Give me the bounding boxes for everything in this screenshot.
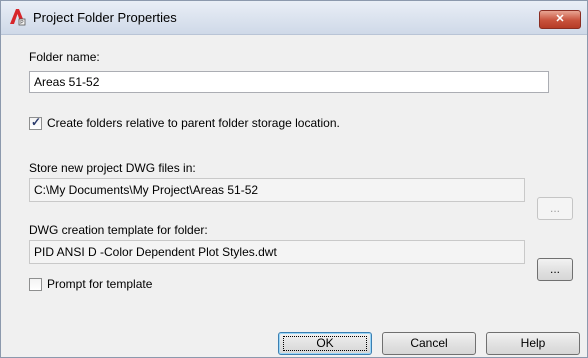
cancel-label: Cancel: [410, 336, 448, 350]
folder-name-value: Areas 51-52: [34, 75, 100, 89]
ok-button[interactable]: OK: [278, 332, 372, 355]
focus-ring: [283, 336, 367, 351]
storage-path-value: C:\My Documents\My Project\Areas 51-52: [34, 183, 259, 197]
template-browse-button[interactable]: ...: [537, 258, 573, 281]
close-icon: ✕: [555, 13, 565, 25]
storage-path-field: C:\My Documents\My Project\Areas 51-52: [29, 178, 525, 202]
relative-folders-label[interactable]: Create folders relative to parent folder…: [47, 116, 340, 130]
title-bar[interactable]: P Project Folder Properties ✕: [1, 1, 587, 35]
template-label: DWG creation template for folder:: [29, 223, 208, 237]
relative-folders-checkbox[interactable]: ✓: [29, 115, 42, 130]
autocad-app-icon: P: [8, 8, 26, 26]
storage-browse-button[interactable]: ...: [537, 197, 573, 220]
storage-browse-label: ...: [549, 201, 560, 215]
prompt-template-label[interactable]: Prompt for template: [47, 277, 152, 291]
checkmark-icon: ✓: [31, 115, 42, 129]
folder-name-input[interactable]: Areas 51-52: [29, 71, 549, 93]
prompt-template-checkbox[interactable]: [29, 278, 42, 291]
template-path-value: PID ANSI D -Color Dependent Plot Styles.…: [34, 245, 277, 259]
template-browse-label: ...: [549, 262, 560, 276]
window-title: Project Folder Properties: [33, 10, 177, 25]
help-label: Help: [520, 336, 546, 350]
folder-name-label: Folder name:: [29, 50, 100, 64]
storage-label: Store new project DWG files in:: [29, 161, 196, 175]
close-button[interactable]: ✕: [539, 10, 581, 29]
cancel-button[interactable]: Cancel: [382, 332, 476, 355]
dialog-window: P Project Folder Properties ✕ Folder nam…: [0, 0, 588, 358]
help-button[interactable]: Help: [486, 332, 580, 355]
template-path-field: PID ANSI D -Color Dependent Plot Styles.…: [29, 240, 525, 264]
